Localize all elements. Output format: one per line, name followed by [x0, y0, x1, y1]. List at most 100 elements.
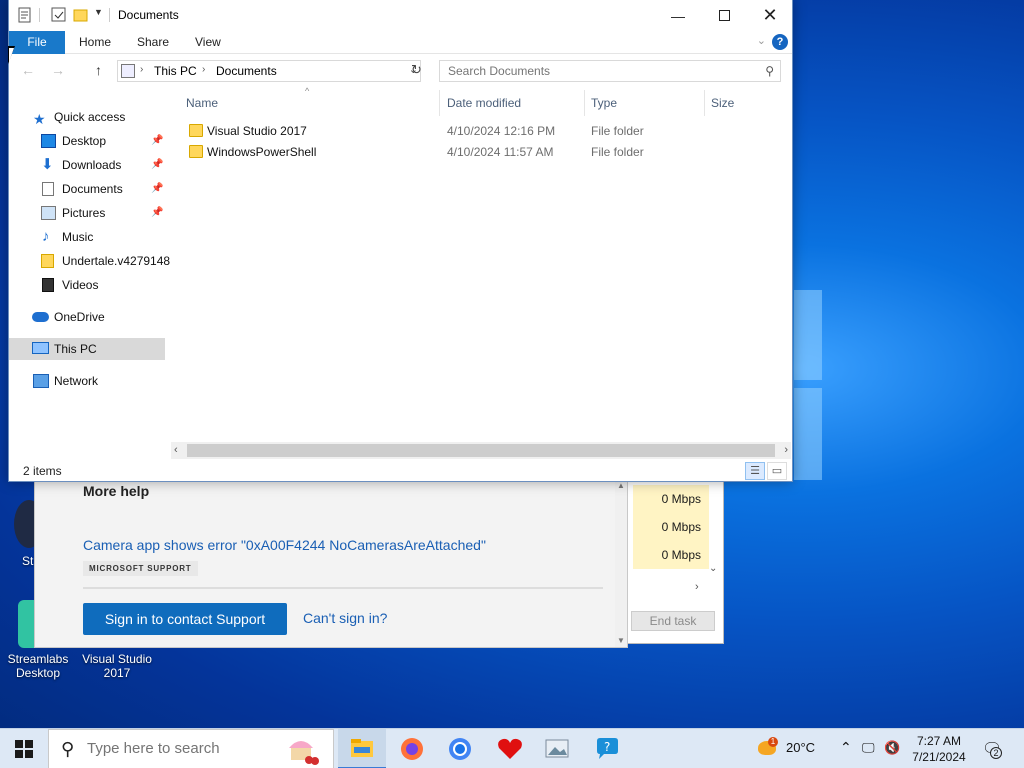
divider	[704, 90, 705, 116]
column-header-name[interactable]: Name	[186, 96, 218, 110]
nav-label: Downloads	[62, 158, 122, 172]
taskbar-photo-app[interactable]	[534, 729, 582, 768]
help-icon[interactable]: ?	[772, 34, 788, 50]
chevron-right-icon[interactable]: ›	[140, 64, 143, 75]
network-rate: 0 Mbps	[633, 513, 709, 541]
column-header-date-modified[interactable]: Date modified	[447, 96, 521, 110]
nav-downloads[interactable]: ⬇ Downloads 📌	[9, 154, 165, 176]
cant-sign-in-link[interactable]: Can't sign in?	[303, 610, 387, 626]
windows-icon	[15, 740, 33, 758]
nav-music[interactable]: ♪ Music	[9, 226, 165, 248]
start-button[interactable]	[0, 729, 48, 768]
chevron-right-icon[interactable]: ›	[202, 64, 205, 75]
scroll-right-icon[interactable]: ›	[784, 442, 788, 459]
heart-icon	[498, 738, 522, 759]
pin-icon: 📌	[151, 207, 164, 218]
taskbar-firefox[interactable]	[388, 729, 436, 768]
scroll-right-icon[interactable]: ›	[695, 581, 699, 593]
nav-documents[interactable]: Documents 📌	[9, 178, 165, 200]
notification-count: 2	[990, 747, 1002, 759]
nav-desktop[interactable]: Desktop 📌	[9, 130, 165, 152]
weather-temp: 20°C	[786, 740, 816, 755]
scroll-down-icon[interactable]: ▼	[617, 636, 625, 645]
ribbon-tabs: File Home Share View ⌄ ?	[9, 31, 792, 54]
end-task-button[interactable]: End task	[631, 611, 715, 631]
nav-label: Pictures	[62, 206, 106, 220]
folder-icon	[189, 124, 203, 137]
back-icon[interactable]: ←	[21, 62, 35, 78]
taskbar-file-explorer[interactable]	[338, 729, 386, 768]
close-button[interactable]: ✕	[747, 0, 793, 31]
scroll-down-icon[interactable]: ⌄	[709, 563, 717, 574]
scrollbar-thumb[interactable]	[187, 444, 775, 457]
taskbar-heart-app[interactable]	[486, 729, 534, 768]
vertical-scrollbar[interactable]: ▲ ▼	[615, 481, 627, 647]
large-icons-view-button[interactable]: ▭	[767, 462, 787, 480]
clock-time: 7:27 AM	[916, 734, 962, 748]
minimize-button[interactable]: —	[655, 0, 701, 31]
refresh-icon[interactable]: ↻	[411, 62, 422, 78]
chrome-icon	[449, 738, 471, 760]
title-bar[interactable]: ▼ Documents — ✕	[9, 0, 792, 31]
nav-undertale[interactable]: Undertale.v4279148	[9, 250, 170, 272]
file-explorer-window: ▼ Documents — ✕ File Home Share View ⌄ ?…	[8, 0, 793, 482]
this-pc-icon	[121, 64, 135, 78]
taskbar-chrome[interactable]	[436, 729, 484, 768]
nav-videos[interactable]: Videos	[9, 274, 165, 296]
address-bar[interactable]: › This PC › Documents ⌄	[117, 60, 421, 82]
new-folder-icon[interactable]	[73, 7, 89, 23]
tab-home[interactable]: Home	[69, 31, 121, 54]
desktop-icon-label: Visual Studio 2017	[82, 652, 152, 680]
nav-onedrive[interactable]: OneDrive	[9, 306, 165, 328]
tab-file[interactable]: File	[9, 31, 65, 54]
sign-in-button[interactable]: Sign in to contact Support	[83, 603, 287, 635]
tab-share[interactable]: Share	[127, 31, 179, 54]
this-pc-icon	[32, 342, 49, 354]
search-box[interactable]: ⚲	[439, 60, 781, 82]
file-row[interactable]: WindowsPowerShell 4/10/2024 11:57 AM Fil…	[179, 142, 789, 163]
system-clock[interactable]: 7:27 AM 7/21/2024	[906, 733, 972, 765]
help-article-link[interactable]: Camera app shows error "0xA00F4244 NoCam…	[83, 537, 486, 553]
properties-icon[interactable]	[17, 7, 33, 23]
nav-network[interactable]: Network	[9, 370, 165, 392]
maximize-button[interactable]	[701, 0, 747, 31]
network-icon[interactable]: 🖵	[862, 740, 875, 756]
tab-view[interactable]: View	[185, 31, 231, 54]
divider	[584, 90, 585, 116]
weather-widget[interactable]: 1 20°C	[752, 729, 824, 768]
breadcrumb-documents[interactable]: Documents	[216, 64, 277, 78]
firefox-icon	[401, 738, 423, 760]
notification-center-button[interactable]: 🗨 2	[982, 739, 1002, 759]
customize-toolbar-icon[interactable]: ▼	[94, 7, 103, 17]
search-icon: ⚲	[765, 64, 774, 78]
volume-muted-icon[interactable]: 🔇	[884, 740, 900, 756]
file-row[interactable]: Visual Studio 2017 4/10/2024 12:16 PM Fi…	[179, 121, 789, 142]
downloads-icon: ⬇	[41, 156, 54, 173]
up-icon[interactable]: ↑	[95, 62, 102, 78]
column-header-size[interactable]: Size	[711, 96, 734, 110]
show-hidden-icons-icon[interactable]: ⌃	[840, 739, 852, 756]
music-icon: ♪	[42, 228, 50, 245]
scroll-left-icon[interactable]: ‹	[174, 442, 178, 459]
search-icon: ⚲	[61, 739, 75, 759]
checkmark-icon[interactable]	[51, 7, 67, 23]
folder-icon	[41, 254, 54, 268]
network-icon	[33, 374, 49, 388]
forward-icon[interactable]: →	[51, 62, 65, 78]
taskbar-search[interactable]: ⚲	[48, 729, 334, 768]
taskbar: ⚲ ? 1 20°C ⌃ 🖵 🔇 7:27 AM 7/21/2024 🗨	[0, 728, 1024, 768]
column-header-type[interactable]: Type	[591, 96, 617, 110]
nav-quick-access[interactable]: ★ Quick access	[9, 106, 165, 128]
star-icon: ★	[33, 111, 46, 127]
network-rate: 0 Mbps	[633, 485, 709, 513]
details-view-button[interactable]: ☰	[745, 462, 765, 480]
expand-ribbon-icon[interactable]: ⌄	[757, 34, 766, 47]
nav-this-pc[interactable]: This PC	[9, 338, 165, 360]
scroll-up-icon[interactable]: ▲	[617, 481, 625, 490]
taskbar-search-input[interactable]	[87, 740, 287, 757]
search-input[interactable]	[440, 61, 740, 81]
taskbar-get-help[interactable]: ?	[584, 729, 632, 768]
nav-pictures[interactable]: Pictures 📌	[9, 202, 165, 224]
horizontal-scrollbar[interactable]: ‹ ›	[171, 442, 791, 459]
breadcrumb-this-pc[interactable]: This PC	[154, 64, 197, 78]
